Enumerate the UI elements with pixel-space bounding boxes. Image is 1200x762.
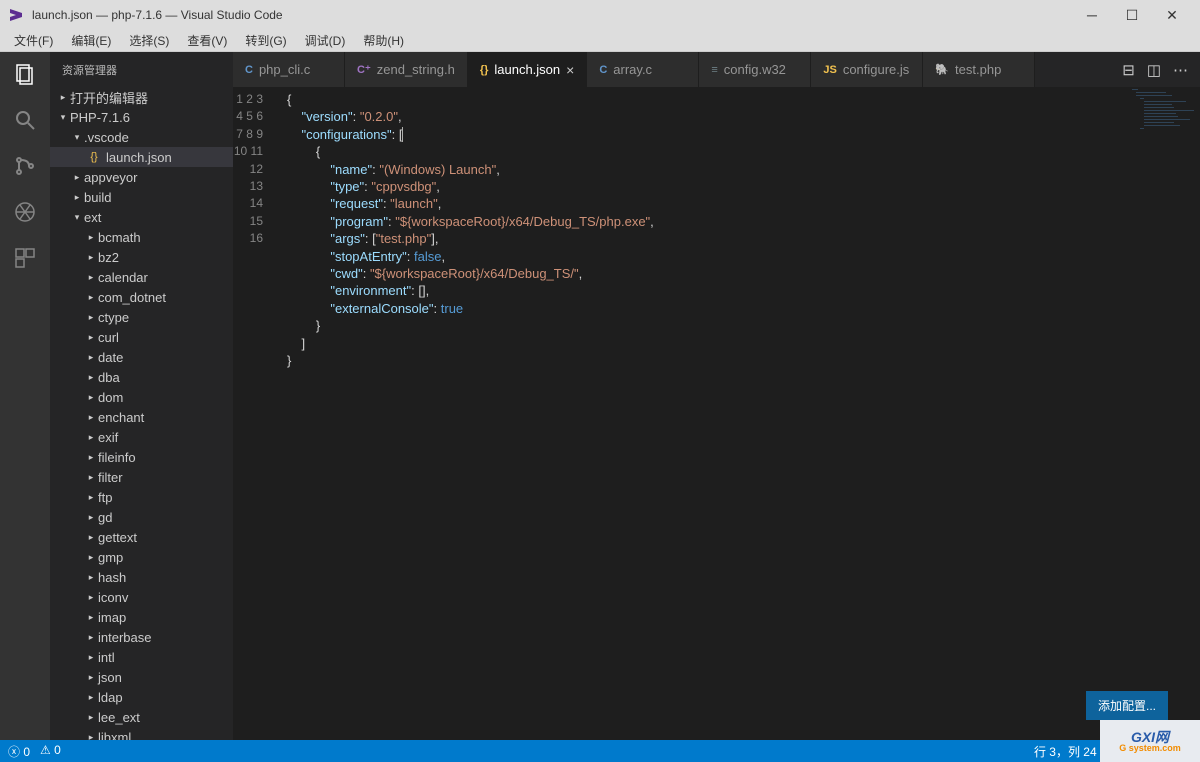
section-project[interactable]: PHP-7.1.6 xyxy=(50,107,233,127)
status-line-col[interactable]: 行 3，列 24 xyxy=(1034,743,1097,760)
folder-imap[interactable]: imap xyxy=(50,607,233,627)
activitybar xyxy=(0,52,50,740)
folder-curl[interactable]: curl xyxy=(50,327,233,347)
menu-edit[interactable]: 编辑(E) xyxy=(63,30,119,51)
folder-enchant[interactable]: enchant xyxy=(50,407,233,427)
file-tree[interactable]: 打开的编辑器 PHP-7.1.6 .vscode {}launch.json a… xyxy=(50,87,233,740)
folder-fileinfo[interactable]: fileinfo xyxy=(50,447,233,467)
status-indent[interactable]: 空格: 4 xyxy=(1109,743,1146,760)
editor-area: Cphp_cli.cC⁺zend_string.h{}launch.json×C… xyxy=(233,52,1200,740)
folder-dom[interactable]: dom xyxy=(50,387,233,407)
code-editor[interactable]: 1 2 3 4 5 6 7 8 9 10 11 12 13 14 15 16 {… xyxy=(233,87,1200,740)
close-tab-icon[interactable]: × xyxy=(566,62,574,78)
tab-configure-js[interactable]: JSconfigure.js xyxy=(811,52,923,87)
folder-com_dotnet[interactable]: com_dotnet xyxy=(50,287,233,307)
file-type-icon: ≡ xyxy=(711,64,717,76)
folder-build[interactable]: build xyxy=(50,187,233,207)
menu-file[interactable]: 文件(F) xyxy=(6,30,61,51)
add-config-button[interactable]: 添加配置... xyxy=(1086,691,1168,720)
search-activity-icon[interactable] xyxy=(11,106,39,134)
code-content[interactable]: { "version": "0.2.0", "configurations": … xyxy=(277,87,1200,740)
folder-appveyor[interactable]: appveyor xyxy=(50,167,233,187)
section-open-editors[interactable]: 打开的编辑器 xyxy=(50,87,233,107)
folder-vscode[interactable]: .vscode xyxy=(50,127,233,147)
folder-exif[interactable]: exif xyxy=(50,427,233,447)
folder-iconv[interactable]: iconv xyxy=(50,587,233,607)
file-type-icon: C⁺ xyxy=(357,63,371,76)
file-type-icon: JS xyxy=(823,64,836,76)
maximize-button[interactable]: ☐ xyxy=(1112,0,1152,30)
folder-calendar[interactable]: calendar xyxy=(50,267,233,287)
file-type-icon: {} xyxy=(480,64,489,76)
file-type-icon: C xyxy=(245,64,253,76)
tab-test-php[interactable]: 🐘test.php xyxy=(923,52,1035,87)
statusbar: ⓧ 0 ⚠ 0 行 3，列 24 空格: 4 UTF-8 xyxy=(0,740,1200,762)
file-type-icon: C xyxy=(599,64,607,76)
menu-view[interactable]: 查看(V) xyxy=(179,30,235,51)
split-editor-icon[interactable]: ◫ xyxy=(1147,61,1161,79)
json-file-icon: {} xyxy=(86,151,102,163)
menu-help[interactable]: 帮助(H) xyxy=(355,30,412,51)
extensions-icon[interactable] xyxy=(11,244,39,272)
tab-array-c[interactable]: Carray.c xyxy=(587,52,699,87)
menubar: 文件(F) 编辑(E) 选择(S) 查看(V) 转到(G) 调试(D) 帮助(H… xyxy=(0,30,1200,52)
folder-dba[interactable]: dba xyxy=(50,367,233,387)
folder-intl[interactable]: intl xyxy=(50,647,233,667)
folder-date[interactable]: date xyxy=(50,347,233,367)
folder-interbase[interactable]: interbase xyxy=(50,627,233,647)
minimize-button[interactable]: ─ xyxy=(1072,0,1112,30)
split-left-icon[interactable]: ⊟ xyxy=(1122,61,1135,79)
folder-bcmath[interactable]: bcmath xyxy=(50,227,233,247)
minimap[interactable] xyxy=(1130,87,1200,137)
editor-tabs: Cphp_cli.cC⁺zend_string.h{}launch.json×C… xyxy=(233,52,1200,87)
vscode-logo-icon xyxy=(8,7,24,23)
folder-bz2[interactable]: bz2 xyxy=(50,247,233,267)
folder-gmp[interactable]: gmp xyxy=(50,547,233,567)
tab-php-cli-c[interactable]: Cphp_cli.c xyxy=(233,52,345,87)
status-errors[interactable]: ⓧ 0 xyxy=(8,743,30,760)
scm-icon[interactable] xyxy=(11,152,39,180)
folder-json[interactable]: json xyxy=(50,667,233,687)
folder-hash[interactable]: hash xyxy=(50,567,233,587)
folder-ext[interactable]: ext xyxy=(50,207,233,227)
close-button[interactable]: ✕ xyxy=(1152,0,1192,30)
status-encoding[interactable]: UTF-8 xyxy=(1158,743,1192,760)
sidebar-title: 资源管理器 xyxy=(50,52,233,87)
folder-gd[interactable]: gd xyxy=(50,507,233,527)
folder-ctype[interactable]: ctype xyxy=(50,307,233,327)
folder-lee_ext[interactable]: lee_ext xyxy=(50,707,233,727)
explorer-icon[interactable] xyxy=(11,60,39,88)
debug-icon[interactable] xyxy=(11,198,39,226)
tab-zend-string-h[interactable]: C⁺zend_string.h xyxy=(345,52,468,87)
status-warnings[interactable]: ⚠ 0 xyxy=(40,743,61,760)
folder-ldap[interactable]: ldap xyxy=(50,687,233,707)
menu-go[interactable]: 转到(G) xyxy=(237,30,294,51)
folder-libxml[interactable]: libxml xyxy=(50,727,233,740)
tab-config-w32[interactable]: ≡config.w32 xyxy=(699,52,811,87)
folder-ftp[interactable]: ftp xyxy=(50,487,233,507)
line-gutter: 1 2 3 4 5 6 7 8 9 10 11 12 13 14 15 16 xyxy=(233,87,277,740)
titlebar: launch.json — php-7.1.6 — Visual Studio … xyxy=(0,0,1200,30)
menu-selection[interactable]: 选择(S) xyxy=(121,30,177,51)
more-actions-icon[interactable]: ⋯ xyxy=(1173,61,1188,79)
folder-gettext[interactable]: gettext xyxy=(50,527,233,547)
folder-filter[interactable]: filter xyxy=(50,467,233,487)
menu-debug[interactable]: 调试(D) xyxy=(297,30,354,51)
file-type-icon: 🐘 xyxy=(935,63,949,76)
file-launch-json[interactable]: {}launch.json xyxy=(50,147,233,167)
sidebar: 资源管理器 打开的编辑器 PHP-7.1.6 .vscode {}launch.… xyxy=(50,52,233,740)
window-title: launch.json — php-7.1.6 — Visual Studio … xyxy=(32,8,1072,22)
tab-launch-json[interactable]: {}launch.json× xyxy=(468,52,588,87)
